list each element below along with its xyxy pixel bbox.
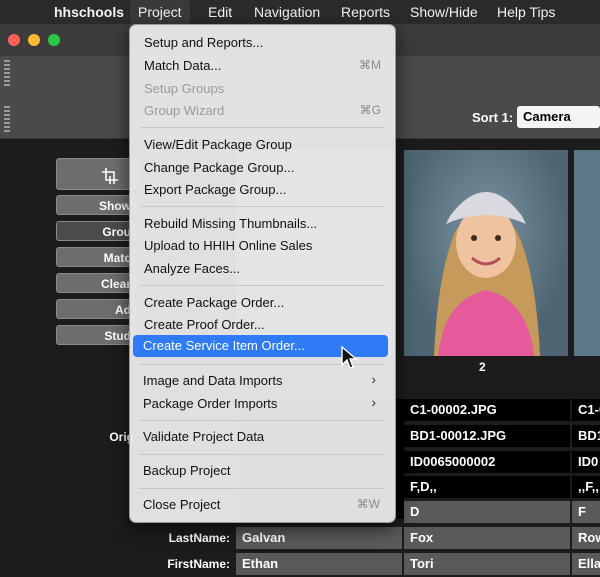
menu-reports[interactable]: Reports — [341, 0, 390, 24]
menu-item-match-data[interactable]: Match Data... — [144, 56, 221, 76]
menu-separator — [139, 488, 384, 489]
zoom-window-button[interactable] — [48, 34, 60, 46]
lastname-cell[interactable]: Row — [572, 527, 600, 549]
grid-cell[interactable]: ID0065000002 — [404, 451, 570, 473]
add-button[interactable]: Ad — [56, 299, 136, 319]
menu-item-view-edit-package-group[interactable]: View/Edit Package Group — [144, 135, 292, 155]
menu-item-backup-project[interactable]: Backup Project — [143, 461, 230, 481]
lastname-cell[interactable]: Fox — [404, 527, 570, 549]
crop-icon — [102, 168, 118, 184]
crop-button[interactable] — [56, 158, 138, 190]
shortcut-label: ⌘G — [359, 103, 381, 117]
lastname-cell[interactable]: Galvan — [236, 527, 402, 549]
menu-item-analyze-faces[interactable]: Analyze Faces... — [144, 259, 240, 279]
grid-cell[interactable]: F — [572, 501, 600, 523]
menu-separator — [140, 127, 385, 128]
shortcut-label: ⌘M — [359, 58, 381, 72]
sort-select[interactable]: Camera — [517, 106, 600, 128]
menu-help-tips[interactable]: Help Tips — [497, 0, 555, 24]
sort-label: Sort 1: — [472, 110, 514, 125]
firstname-label: FirstName: — [167, 557, 230, 571]
group-button[interactable]: Grou — [56, 221, 136, 241]
chevron-right-icon: › — [371, 371, 376, 387]
close-window-button[interactable] — [8, 34, 20, 46]
grid-cell[interactable]: C1-0 — [572, 399, 600, 421]
menu-separator — [140, 206, 385, 207]
menu-item-create-proof-order[interactable]: Create Proof Order... — [144, 315, 265, 335]
grid-cell[interactable]: C1-00002.JPG — [404, 399, 570, 421]
menu-item-setup-reports[interactable]: Setup and Reports... — [144, 33, 263, 53]
menu-separator — [140, 285, 385, 286]
photo-thumbnail[interactable] — [404, 150, 568, 356]
menu-separator — [139, 454, 384, 455]
menu-item-package-order-imports[interactable]: Package Order Imports — [143, 394, 277, 414]
menu-lower-section: Image and Data Imports › Package Order I… — [129, 358, 394, 521]
lastname-label: LastName: — [168, 531, 230, 545]
firstname-cell[interactable]: Ella — [572, 553, 600, 575]
menu-project[interactable]: Project — [130, 0, 190, 24]
menu-item-rebuild-thumbnails[interactable]: Rebuild Missing Thumbnails... — [144, 214, 317, 234]
toolbar-grip-handle[interactable] — [4, 106, 10, 132]
menu-bar: hhschools Project Edit Navigation Report… — [0, 0, 600, 24]
menu-item-validate-project-data[interactable]: Validate Project Data — [143, 427, 264, 447]
grid-cell[interactable]: D — [404, 501, 570, 523]
child-portrait-image — [434, 192, 540, 356]
menu-edit[interactable]: Edit — [208, 0, 232, 24]
photo-thumbnail[interactable] — [574, 150, 600, 356]
student-button[interactable]: Stud — [56, 325, 136, 345]
menu-item-group-wizard: Group Wizard — [144, 103, 225, 118]
clear-button[interactable]: Clear — [56, 273, 136, 293]
menu-item-close-project[interactable]: Close Project — [143, 495, 220, 515]
menu-item-change-package-group[interactable]: Change Package Group... — [144, 158, 294, 178]
menu-item-setup-groups: Setup Groups — [144, 81, 225, 96]
menu-item-label: Create Service Item Order... — [143, 338, 305, 353]
grid-cell[interactable]: ,,F,, — [572, 476, 600, 498]
menu-item-upload-online-sales[interactable]: Upload to HHIH Online Sales — [144, 236, 312, 256]
mouse-cursor-icon — [341, 345, 358, 369]
grid-cell[interactable]: BD1 — [572, 425, 600, 447]
firstname-cell[interactable]: Ethan — [236, 553, 402, 575]
minimize-window-button[interactable] — [28, 34, 40, 46]
app-menu[interactable]: hhschools — [54, 0, 124, 24]
shortcut-label: ⌘W — [356, 497, 380, 511]
menu-item-create-package-order[interactable]: Create Package Order... — [144, 293, 284, 313]
toolbar-grip-handle[interactable] — [4, 60, 10, 86]
chevron-right-icon: › — [371, 394, 376, 410]
menu-separator — [139, 420, 384, 421]
menu-item-export-package-group[interactable]: Export Package Group... — [144, 180, 286, 200]
firstname-cell[interactable]: Tori — [404, 553, 570, 575]
photo-number-label: 2 — [479, 360, 486, 374]
menu-navigation[interactable]: Navigation — [254, 0, 320, 24]
match-button[interactable]: Matc — [56, 247, 136, 267]
menu-show-hide[interactable]: Show/Hide — [410, 0, 478, 24]
grid-cell[interactable]: ID0 — [572, 451, 600, 473]
show-button[interactable]: Show — [56, 195, 136, 215]
grid-cell[interactable]: F,D,, — [404, 476, 570, 498]
grid-cell[interactable]: BD1-00012.JPG — [404, 425, 570, 447]
menu-item-image-data-imports[interactable]: Image and Data Imports — [143, 371, 282, 391]
